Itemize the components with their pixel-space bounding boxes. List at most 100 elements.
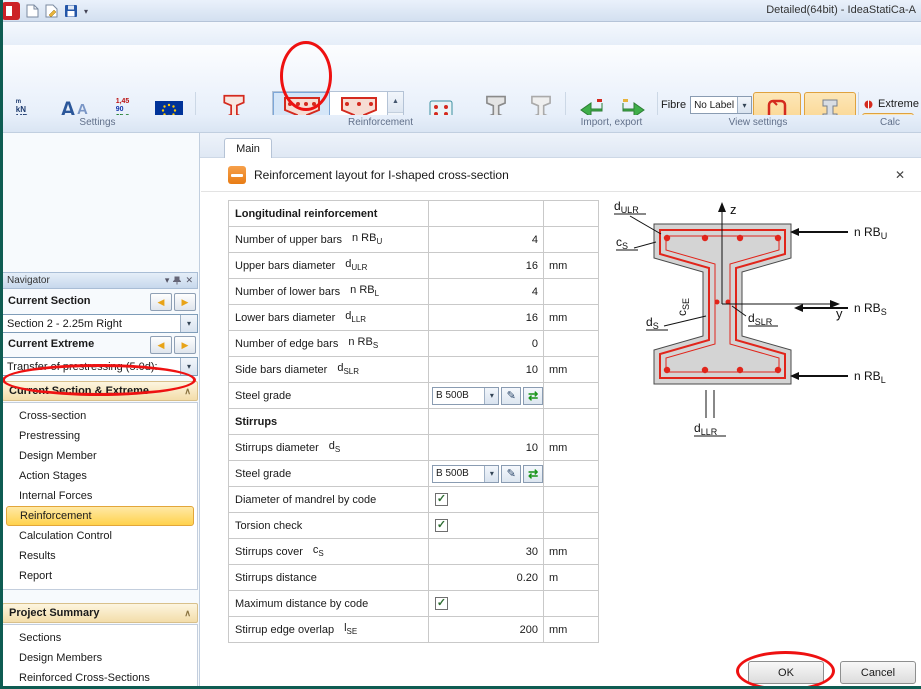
close-icon[interactable]: ✕ — [185, 275, 193, 286]
dialog-icon — [228, 166, 246, 184]
save-icon — [64, 4, 78, 18]
arrow-left-icon: ◀ — [158, 297, 165, 308]
chevron-down-icon: ▾ — [180, 358, 197, 375]
d-llr-label: dLLR — [694, 421, 718, 437]
chevron-down-icon: ▾ — [484, 466, 498, 482]
current-section-select[interactable]: Section 2 - 2.25m Right ▾ — [2, 314, 198, 333]
cross-section-diagram: z y n RBU n RBS n RBL dULR cS cSE dS dSL… — [606, 194, 918, 454]
open-edit-button[interactable] — [43, 3, 60, 19]
value-cell[interactable]: 4 — [429, 227, 544, 253]
swap-steel-grade-button[interactable]: ⇄ — [523, 387, 543, 405]
dialog-header: Reinforcement layout for I-shaped cross-… — [201, 158, 921, 192]
chevron-down-icon[interactable]: ▾ — [165, 275, 170, 286]
dialog-title: Reinforcement layout for I-shaped cross-… — [254, 168, 509, 182]
unit-cell — [544, 331, 599, 357]
sidebar-item-action-stages[interactable]: Action Stages — [3, 466, 197, 486]
steel-grade-select[interactable]: B 500B▾ — [432, 387, 499, 405]
value-cell[interactable]: 16 — [429, 305, 544, 331]
ribbon-tab-row: File Home View — [0, 22, 921, 45]
unit-cell: mm — [544, 357, 599, 383]
edit-page-icon — [45, 4, 58, 18]
table-row: Torsion check ✓ — [229, 513, 599, 539]
unit-cell: mm — [544, 539, 599, 565]
check-icon: ✓ — [437, 520, 446, 531]
previous-extreme-button[interactable]: ◀ — [150, 336, 172, 354]
reinforcement-table: Longitudinal reinforcement Number of upp… — [228, 200, 599, 643]
window-title: Detailed(64bit) - IdeaStatiCa-A — [766, 4, 916, 16]
gallery-up-button[interactable]: ▲ — [388, 92, 403, 113]
row-symbol: dS — [329, 440, 340, 454]
row-symbol: dSLR — [337, 362, 359, 376]
sidebar-item-sections[interactable]: Sections — [3, 628, 197, 648]
extreme-toggle[interactable]: Extreme — [863, 95, 919, 113]
arrow-left-icon: ◀ — [158, 340, 165, 351]
d-s-label: dS — [646, 315, 659, 331]
previous-section-button[interactable]: ◀ — [150, 293, 172, 311]
sidebar-item-design-member[interactable]: Design Member — [3, 446, 197, 466]
n-rbu-label: n RBU — [854, 225, 887, 241]
app-icon[interactable] — [2, 2, 20, 20]
value-cell[interactable]: 0.20 — [429, 565, 544, 591]
ok-button[interactable]: OK — [748, 661, 824, 684]
value-cell[interactable]: 0 — [429, 331, 544, 357]
reinforcement-group-label: Reinforcement — [196, 117, 565, 128]
tab-main[interactable]: Main — [224, 138, 272, 158]
row-label: Stirrups distance — [235, 572, 317, 584]
save-button[interactable] — [62, 3, 79, 19]
value-cell[interactable]: 4 — [429, 279, 544, 305]
d-slr-label: dSLR — [748, 311, 773, 327]
value-cell[interactable]: 30 — [429, 539, 544, 565]
sidebar-item-results[interactable]: Results — [3, 546, 197, 566]
sidebar-item-calculation-control[interactable]: Calculation Control — [3, 526, 197, 546]
sidebar-item-reinforcement[interactable]: Reinforcement — [6, 506, 194, 526]
current-extreme-select[interactable]: Transfer of prestressing (5.0d): ▾ — [2, 357, 198, 376]
max-distance-checkbox[interactable]: ✓ — [435, 597, 448, 610]
stirrup-steel-grade-select[interactable]: B 500B▾ — [432, 465, 499, 483]
value-cell[interactable]: 16 — [429, 253, 544, 279]
sidebar-item-report[interactable]: Report — [3, 566, 197, 586]
unit-cell: m — [544, 565, 599, 591]
extreme-label: Extreme — [878, 98, 919, 110]
quick-access-dropdown[interactable]: ▾ — [80, 3, 92, 19]
sidebar-item-internal-forces[interactable]: Internal Forces — [3, 486, 197, 506]
sidebar-item-cross-section[interactable]: Cross-section — [3, 406, 197, 426]
chevron-down-icon: ▾ — [180, 315, 197, 332]
value-cell[interactable]: 10 — [429, 357, 544, 383]
swap-stirrup-steel-grade-button[interactable]: ⇄ — [523, 465, 543, 483]
next-section-button[interactable]: ▶ — [174, 293, 196, 311]
value-cell[interactable]: 10 — [429, 435, 544, 461]
row-symbol: n RBL — [350, 284, 379, 298]
table-row: Side bars diameterdSLR 10 mm — [229, 357, 599, 383]
mandrel-checkbox[interactable]: ✓ — [435, 493, 448, 506]
row-label: Number of edge bars — [235, 338, 338, 350]
cancel-button[interactable]: Cancel — [840, 661, 916, 684]
fibre-select[interactable]: No Label ▾ — [690, 96, 752, 114]
edit-steel-grade-button[interactable]: ✎ — [501, 387, 521, 405]
navigator-title: Navigator — [7, 275, 50, 286]
torsion-checkbox[interactable]: ✓ — [435, 519, 448, 532]
next-extreme-button[interactable]: ▶ — [174, 336, 196, 354]
sidebar-item-prestressing[interactable]: Prestressing — [3, 426, 197, 446]
pin-icon[interactable] — [173, 276, 181, 285]
collapse-icon: ∧ — [184, 608, 191, 619]
edit-stirrup-steel-grade-button[interactable]: ✎ — [501, 465, 521, 483]
close-dialog-button[interactable]: ✕ — [891, 166, 909, 184]
value-cell[interactable]: 200 — [429, 617, 544, 643]
group-project-summary[interactable]: Project Summary ∧ — [2, 603, 198, 623]
navigator-list: Cross-section Prestressing Design Member… — [2, 402, 198, 590]
document-tab-strip — [200, 133, 921, 158]
extreme-icon — [863, 99, 874, 110]
sidebar-item-reinforced-cross-sections[interactable]: Reinforced Cross-Sections — [3, 668, 197, 688]
group-current-section-extreme[interactable]: Current Section & Extreme ∧ — [2, 381, 198, 401]
pencil-icon: ✎ — [507, 467, 516, 480]
ribbon-group-labels: Settings Reinforcement Import, export Vi… — [0, 115, 921, 133]
row-label: Upper bars diameter — [235, 260, 335, 272]
unit-cell: mm — [544, 435, 599, 461]
import-export-group-label: Import, export — [566, 117, 657, 128]
application-window: ▾ Detailed(64bit) - IdeaStatiCa-A File H… — [0, 0, 921, 689]
new-document-button[interactable] — [24, 3, 41, 19]
row-label: Number of lower bars — [235, 286, 340, 298]
title-bar: ▾ Detailed(64bit) - IdeaStatiCa-A — [0, 0, 921, 22]
table-row: Diameter of mandrel by code ✓ — [229, 487, 599, 513]
sidebar-item-design-members[interactable]: Design Members — [3, 648, 197, 668]
